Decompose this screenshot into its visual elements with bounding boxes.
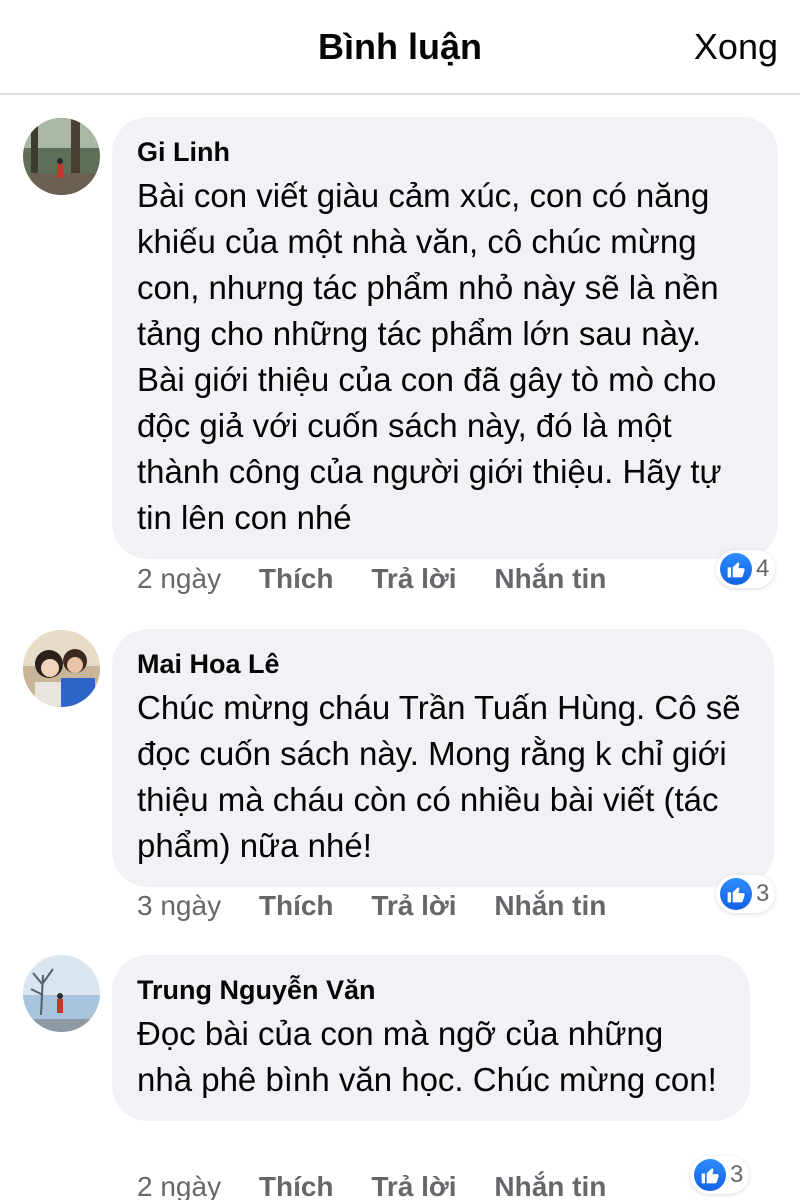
page-title: Bình luận: [318, 26, 482, 67]
like-button[interactable]: Thích: [259, 1171, 334, 1200]
comment-time: 2 ngày: [137, 1171, 222, 1200]
like-button[interactable]: Thích: [259, 563, 334, 595]
thumbs-up-icon: [720, 553, 752, 585]
reaction-count: 4: [756, 555, 770, 582]
thumbs-up-icon: [720, 878, 752, 910]
avatar-photo-lake-icon: [23, 955, 100, 1032]
comment-bubble: Mai Hoa Lê Chúc mừng cháu Trần Tuấn Hùng…: [112, 629, 774, 887]
comment-author[interactable]: Gi Linh: [137, 135, 752, 169]
comment-time: 3 ngày: [137, 890, 222, 921]
reply-button[interactable]: Trả lời: [371, 1171, 456, 1200]
comment-actions: 2 ngày Thích Trả lời Nhắn tin: [137, 563, 636, 595]
avatar[interactable]: [23, 955, 100, 1032]
reaction-count: 3: [730, 1161, 744, 1188]
comment-actions: 2 ngày Thích Trả lời Nhắn tin: [137, 1171, 636, 1200]
avatar-photo-forest-icon: [23, 118, 100, 195]
comments-header: Bình luận Xong: [0, 0, 800, 95]
reply-button[interactable]: Trả lời: [371, 563, 456, 595]
reaction-badge[interactable]: 4: [716, 550, 776, 588]
message-button[interactable]: Nhắn tin: [494, 1171, 606, 1200]
reaction-badge[interactable]: 3: [716, 875, 776, 913]
comment-text: Bài con viết giàu cảm xúc, con có năng k…: [137, 177, 722, 536]
comment-text: Chúc mừng cháu Trần Tuấn Hùng. Cô sẽ đọc…: [137, 689, 741, 864]
comment-author[interactable]: Trung Nguyễn Văn: [137, 973, 724, 1007]
done-button[interactable]: Xong: [694, 26, 778, 68]
reply-button[interactable]: Trả lời: [371, 890, 456, 922]
thumbs-up-icon: [694, 1159, 726, 1191]
avatar[interactable]: [23, 630, 100, 707]
reaction-badge[interactable]: 3: [690, 1156, 750, 1194]
avatar-photo-two-people-icon: [23, 630, 100, 707]
message-button[interactable]: Nhắn tin: [494, 890, 606, 922]
like-button[interactable]: Thích: [259, 890, 334, 922]
comment-actions: 3 ngày Thích Trả lời Nhắn tin: [137, 890, 636, 922]
comment-bubble: Gi Linh Bài con viết giàu cảm xúc, con c…: [112, 117, 778, 559]
comment-text: Đọc bài của con mà ngỡ của những nhà phê…: [137, 1015, 717, 1098]
avatar[interactable]: [23, 118, 100, 195]
message-button[interactable]: Nhắn tin: [494, 563, 606, 595]
comment-author[interactable]: Mai Hoa Lê: [137, 647, 748, 681]
comment-bubble: Trung Nguyễn Văn Đọc bài của con mà ngỡ …: [112, 955, 750, 1121]
reaction-count: 3: [756, 880, 770, 907]
comment-time: 2 ngày: [137, 563, 222, 594]
